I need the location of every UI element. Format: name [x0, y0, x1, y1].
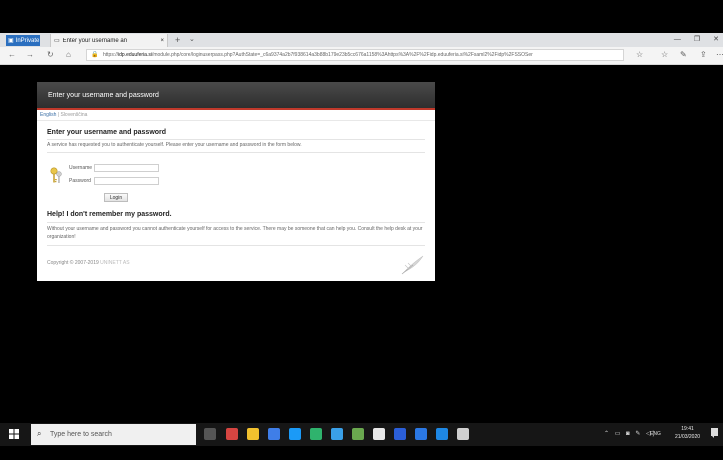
- office-app-icon[interactable]: [226, 428, 238, 440]
- forward-icon[interactable]: →: [26, 49, 34, 61]
- help-text: Without your username and password you c…: [47, 226, 423, 240]
- more-icon[interactable]: ⋯: [716, 49, 723, 61]
- inprivate-label: InPrivate: [15, 37, 40, 44]
- notes-icon[interactable]: ✎: [680, 49, 687, 61]
- new-tab-button[interactable]: +: [175, 35, 180, 45]
- close-window-icon[interactable]: ✕: [713, 34, 719, 46]
- username-label: Username: [69, 165, 93, 171]
- lock-icon: 🔒: [91, 52, 99, 58]
- inprivate-icon: ▣: [8, 38, 14, 44]
- back-icon[interactable]: ←: [8, 49, 16, 61]
- clock-time: 19:41: [681, 426, 694, 432]
- language-indicator[interactable]: ENG: [650, 431, 661, 437]
- divider: [47, 222, 425, 223]
- login-description: A service has requested you to authentic…: [47, 142, 302, 148]
- search-icon: ⌕: [37, 429, 42, 438]
- divider: [47, 245, 425, 246]
- page-icon: ▭: [54, 38, 60, 44]
- language-english[interactable]: English: [40, 112, 56, 118]
- media-icon[interactable]: [457, 428, 469, 440]
- refresh-icon[interactable]: ↻: [47, 49, 54, 61]
- photos-icon[interactable]: [436, 428, 448, 440]
- store-icon[interactable]: [310, 428, 322, 440]
- password-field[interactable]: [94, 177, 159, 185]
- clock-date: 21/03/2020: [675, 434, 701, 440]
- close-tab-icon[interactable]: ×: [160, 38, 164, 44]
- language-bar: English | Slovenščina: [37, 110, 435, 121]
- divider: [47, 152, 425, 153]
- app-icon[interactable]: [352, 428, 364, 440]
- edge-browser-icon[interactable]: [415, 428, 427, 440]
- login-button[interactable]: Login: [104, 193, 128, 202]
- url-domain: idp.eduuferia.si: [118, 52, 152, 58]
- language-slovenian[interactable]: Slovenščina: [60, 112, 87, 118]
- minimize-icon[interactable]: —: [674, 34, 681, 46]
- file-explorer-icon[interactable]: [247, 428, 259, 440]
- window-controls: — ❐ ✕: [674, 34, 719, 46]
- address-bar[interactable]: 🔒 https://idp.eduuferia.si/module.php/co…: [86, 49, 624, 61]
- inprivate-badge: ▣ InPrivate: [6, 35, 40, 46]
- clock[interactable]: 19:41 21/03/2020: [675, 425, 700, 441]
- favorites-icon[interactable]: ☆: [661, 49, 668, 61]
- tab-title: Enter your username an: [62, 37, 128, 44]
- notification-icon[interactable]: [711, 428, 718, 438]
- url-prefix: https://: [103, 52, 119, 58]
- keys-icon: [50, 167, 62, 183]
- twitter-icon[interactable]: [331, 428, 343, 440]
- feather-logo-icon: [401, 255, 424, 275]
- copyright-text: Copyright © 2007-2019: [47, 260, 101, 266]
- login-panel: Enter your username and password English…: [37, 82, 435, 281]
- mail-icon[interactable]: [268, 428, 280, 440]
- screen: ▣ InPrivate ▭ Enter your username an × +…: [0, 0, 723, 460]
- help-heading: Help! I don't remember my password.: [47, 211, 172, 218]
- system-tray[interactable]: ⌃ ▭ ◙ ✎ ◁): [604, 430, 657, 437]
- tab-list-chevron-icon[interactable]: ⌄: [189, 35, 195, 45]
- maximize-icon[interactable]: ❐: [694, 34, 700, 46]
- tab-active[interactable]: ▭ Enter your username an ×: [50, 34, 168, 47]
- task-view-icon[interactable]: [204, 428, 216, 440]
- url-path: /module.php/core/loginuserpass.php?AuthS…: [151, 52, 533, 58]
- login-header: Enter your username and password: [37, 82, 435, 110]
- skype-icon[interactable]: [289, 428, 301, 440]
- username-field[interactable]: [94, 164, 159, 172]
- share-icon[interactable]: ⇪: [700, 49, 707, 61]
- favorite-star-icon[interactable]: ☆: [636, 49, 643, 61]
- login-content: Enter your username and password A servi…: [37, 129, 435, 246]
- chrome-icon[interactable]: [373, 428, 385, 440]
- password-label: Password: [69, 178, 91, 184]
- divider: [47, 139, 425, 140]
- login-form: Username Password Login: [47, 163, 425, 203]
- taskbar-search-input[interactable]: Type here to search: [31, 424, 196, 445]
- windows-start-icon[interactable]: [9, 429, 19, 439]
- home-icon[interactable]: ⌂: [66, 49, 71, 61]
- login-heading: Enter your username and password: [47, 129, 167, 136]
- word-icon[interactable]: [394, 428, 406, 440]
- copyright: Copyright © 2007-2019 UNINETT AS: [47, 260, 130, 266]
- copyright-link[interactable]: UNINETT AS: [100, 260, 129, 266]
